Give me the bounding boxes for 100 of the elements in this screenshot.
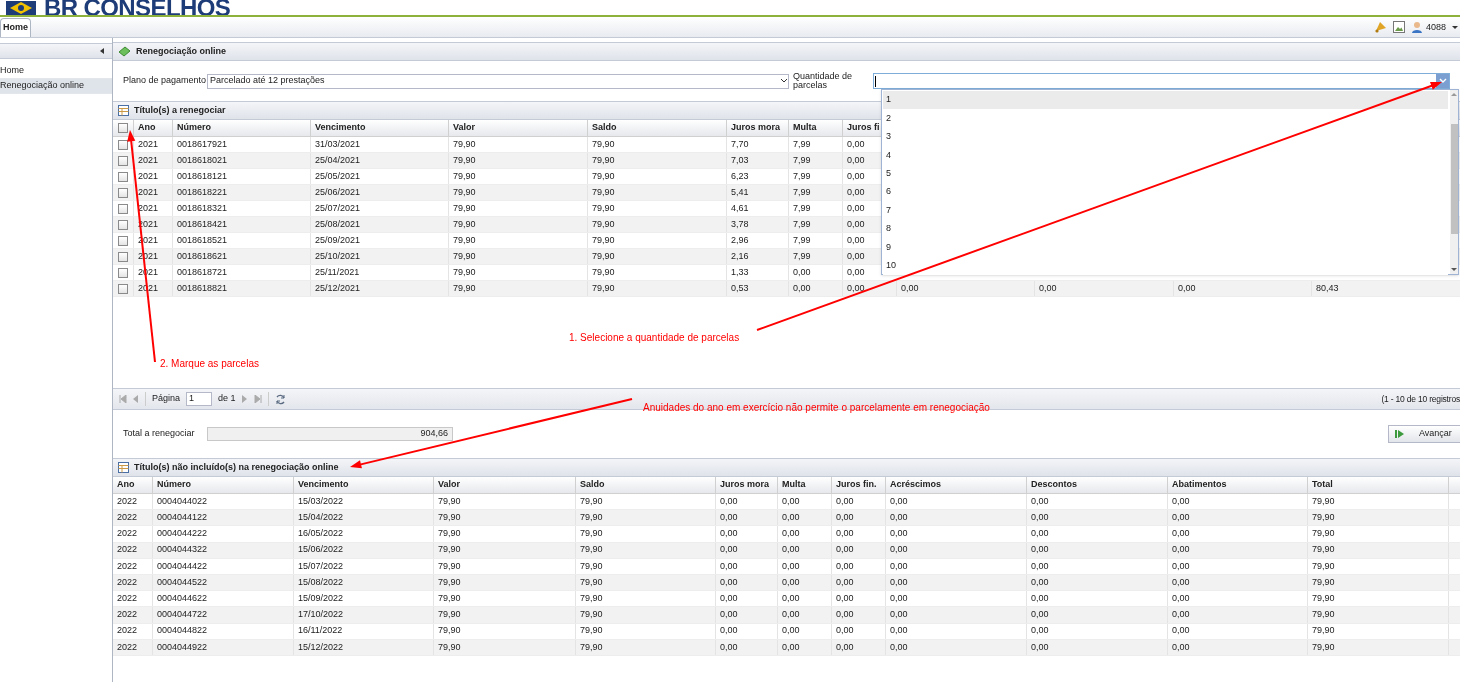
column-header[interactable]: Número (177, 121, 211, 135)
table-cell-text: 0,00 (890, 640, 908, 654)
table-cell-text: 0,00 (793, 281, 811, 295)
table-cell: 0,00 (890, 608, 908, 622)
column-header[interactable]: Valor (453, 121, 475, 135)
table-cell-text: 79,90 (438, 640, 461, 654)
table-cell-text: 79,90 (580, 591, 603, 605)
column-header[interactable]: Ano (117, 478, 135, 492)
checkbox[interactable] (118, 203, 128, 214)
column-header[interactable]: Abatimentos (1172, 478, 1227, 492)
table-cell: 0,00 (836, 608, 854, 622)
user-icon[interactable] (1410, 21, 1423, 34)
table-cell-text: 0,00 (720, 640, 738, 654)
table-cell-text: 15/08/2022 (298, 575, 344, 589)
table-cell-text: 0018618321 (177, 201, 228, 215)
column-header[interactable]: Juros mora (731, 121, 781, 135)
column-header[interactable]: Saldo (592, 121, 617, 135)
collapse-icon[interactable] (100, 48, 104, 54)
checkbox[interactable] (118, 267, 128, 278)
column-header[interactable]: Multa (782, 478, 806, 492)
page-count: de 1 (218, 392, 236, 406)
column-header[interactable]: Descontos (1031, 478, 1077, 492)
previous-page-icon[interactable] (133, 395, 139, 403)
records-summary: (1 - 10 de 10 registros (1381, 392, 1460, 406)
column-header[interactable]: Número (157, 478, 191, 492)
table-cell-text: 0,00 (847, 249, 865, 263)
sidebar-item[interactable]: Renegociação online (0, 79, 112, 94)
table-cell-text: 0,00 (1172, 591, 1190, 605)
field-label: Quantidade de parcelas (793, 72, 854, 90)
grid-icon (118, 462, 129, 473)
page-label: Página (152, 392, 181, 406)
table-cell: 0,00 (782, 624, 800, 638)
table-cell: 0,00 (782, 543, 800, 557)
table-cell: 79,90 (438, 543, 461, 557)
column-header[interactable]: Saldo (580, 478, 605, 492)
table-cell-text: 0,00 (847, 185, 865, 199)
user-name[interactable]: 4088 (1425, 20, 1446, 34)
table-cell-text: 31/03/2021 (315, 137, 361, 151)
checkbox[interactable] (118, 219, 128, 230)
column-header[interactable]: Acréscimos (890, 478, 942, 492)
picture-icon[interactable] (1392, 21, 1405, 34)
checkbox[interactable] (118, 235, 128, 246)
dropdown-option[interactable]: 1 (883, 91, 1448, 110)
checkbox[interactable] (118, 187, 128, 198)
column-header[interactable]: Total (1312, 478, 1333, 492)
checkbox[interactable] (118, 251, 128, 262)
table-cell: 79,90 (438, 527, 461, 541)
table-cell-text: 79,90 (580, 640, 603, 654)
payment-plan-select[interactable]: Parcelado até 12 prestações (207, 73, 789, 89)
annotation-text: 2. Marque as parcelas (160, 357, 259, 371)
last-page-icon[interactable] (253, 395, 262, 403)
table-cell-text: 25/05/2021 (315, 169, 361, 183)
first-page-icon[interactable] (119, 395, 127, 403)
column-header[interactable]: Ano (138, 121, 156, 135)
table-cell-text: 79,90 (453, 153, 476, 167)
table-cell-text: 0004044922 (157, 640, 208, 654)
table-cell: 0,00 (1172, 543, 1190, 557)
table-cell-text: 79,90 (1312, 640, 1335, 654)
table-cell: 16/11/2022 (298, 624, 343, 638)
caret-icon[interactable] (1452, 25, 1458, 29)
installments-field[interactable] (873, 73, 1450, 89)
checkbox[interactable] (118, 171, 128, 182)
table-cell: 0,00 (836, 511, 854, 525)
table-cell-text: 79,90 (580, 559, 603, 573)
checkbox[interactable] (118, 283, 128, 294)
table-cell-text: 5,41 (731, 185, 749, 199)
table-cell: 0004044322 (157, 543, 208, 557)
column-header[interactable]: Juros mora (720, 478, 770, 492)
table-cell-text: 2022 (117, 575, 138, 589)
table-cell-text: 15/12/2022 (298, 640, 344, 654)
checkbox[interactable] (118, 139, 128, 150)
refresh-icon[interactable] (274, 393, 286, 405)
column-header[interactable]: Multa (793, 121, 817, 135)
table-cell-text: 2021 (138, 201, 159, 215)
table-cell-text: 0,00 (782, 494, 800, 508)
table-cell: 79,90 (1312, 608, 1335, 622)
table-cell: 2022 (117, 511, 138, 525)
tab[interactable]: Home (0, 18, 31, 37)
checkbox[interactable] (118, 123, 128, 133)
text-cursor-icon (875, 75, 876, 87)
table-cell: 0,00 (782, 511, 800, 525)
table-cell-text: 79,90 (592, 185, 615, 199)
table-cell: 0,00 (1031, 608, 1049, 622)
column-header[interactable]: Juros fin. (836, 478, 877, 492)
table-cell-text: 79,90 (592, 169, 615, 183)
next-page-icon[interactable] (241, 395, 248, 403)
table-cell-text: 0,00 (782, 575, 800, 589)
column-header[interactable]: Juros fi (847, 121, 880, 135)
column-header[interactable]: Valor (438, 478, 460, 492)
checkbox[interactable] (118, 155, 128, 166)
table-cell-text: 0,00 (1178, 281, 1196, 295)
scrollbar[interactable] (1450, 90, 1458, 274)
advance-button[interactable]: Avançar (1388, 425, 1460, 443)
page-input[interactable]: 1 (186, 392, 213, 406)
sidebar-item[interactable]: Home (0, 64, 112, 79)
table-cell-text: 25/10/2021 (315, 249, 361, 263)
section-title: Renegociação online (136, 44, 227, 58)
table-cell: 0,00 (836, 543, 854, 557)
column-header[interactable]: Vencimento (315, 121, 366, 135)
column-header[interactable]: Vencimento (298, 478, 349, 492)
